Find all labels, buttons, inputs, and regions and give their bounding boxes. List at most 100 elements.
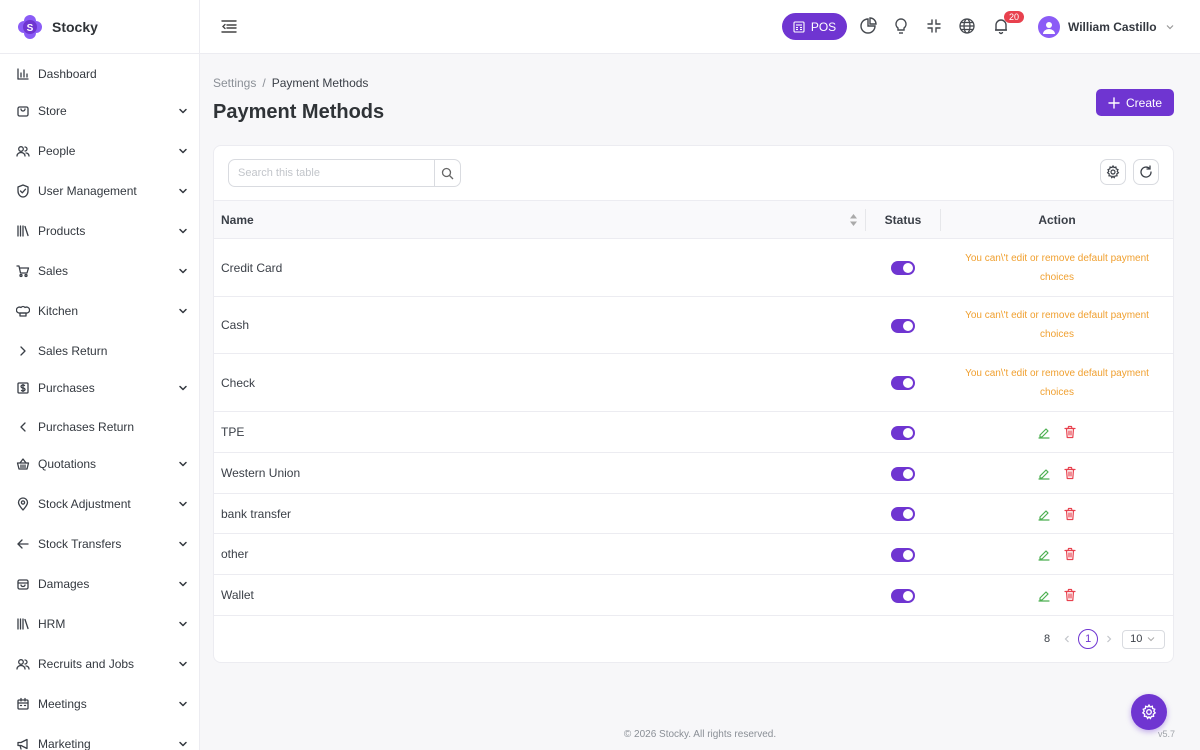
sidebar-item-people[interactable]: People	[0, 134, 199, 168]
page-number-button[interactable]: 1	[1078, 629, 1099, 649]
globe-icon[interactable]	[958, 17, 976, 35]
sidebar-item-label: Quotations	[38, 457, 97, 471]
avatar	[1038, 16, 1060, 38]
chevron-down-icon	[179, 268, 187, 274]
delete-icon[interactable]	[1063, 588, 1077, 602]
table-row: Check You can\'t edit or remove default p…	[214, 354, 1173, 412]
column-header-name[interactable]: Name	[221, 201, 861, 238]
sidebar-item-label: Dashboard	[38, 67, 97, 81]
delete-icon[interactable]	[1063, 425, 1077, 439]
fullscreen-icon[interactable]	[925, 17, 943, 35]
chevron-down-icon	[179, 148, 187, 154]
sidebar-item-user-management[interactable]: User Management	[0, 174, 199, 208]
edit-icon[interactable]	[1037, 425, 1051, 439]
payment-method-name: other	[221, 547, 249, 561]
sidebar-item-store[interactable]: Store	[0, 94, 199, 128]
sidebar-item-purchases[interactable]: Purchases	[0, 371, 199, 405]
arrow-left-icon	[17, 539, 29, 549]
top-header: POS 20 William Castillo	[200, 0, 1200, 54]
sidebar-item-label: Sales	[38, 264, 69, 278]
sidebar-item-stock-transfers[interactable]: Stock Transfers	[0, 527, 199, 561]
delete-icon[interactable]	[1063, 466, 1077, 480]
search-input[interactable]	[229, 160, 434, 186]
delete-icon[interactable]	[1063, 547, 1077, 561]
status-toggle[interactable]	[891, 548, 915, 562]
status-toggle[interactable]	[891, 507, 915, 521]
menu-toggle-icon[interactable]	[220, 17, 238, 35]
status-toggle[interactable]	[891, 467, 915, 481]
total-count: 8	[1044, 633, 1051, 645]
sidebar-item-label: Products	[38, 224, 86, 238]
action-cell	[941, 494, 1173, 533]
sidebar-item-kitchen[interactable]: Kitchen	[0, 294, 199, 328]
sidebar-item-label: Damages	[38, 577, 90, 591]
status-toggle[interactable]	[891, 261, 915, 275]
table-row: Western Union	[214, 453, 1173, 494]
notification-count-badge: 20	[1004, 11, 1024, 23]
column-header-action: Action	[1038, 212, 1076, 227]
user-menu[interactable]: William Castillo	[1038, 14, 1175, 40]
pos-button[interactable]: POS	[782, 13, 847, 40]
edit-icon[interactable]	[1037, 466, 1051, 480]
status-toggle[interactable]	[891, 376, 915, 390]
sidebar-item-recruits-and-jobs[interactable]: Recruits and Jobs	[0, 647, 199, 681]
sidebar-item-damages[interactable]: Damages	[0, 567, 199, 601]
edit-icon[interactable]	[1037, 588, 1051, 602]
sidebar-item-marketing[interactable]: Marketing	[0, 727, 199, 750]
refresh-button[interactable]	[1133, 159, 1159, 185]
sidebar-item-hrm[interactable]: HRM	[0, 607, 199, 641]
sidebar-item-label: Sales Return	[38, 344, 108, 358]
payment-method-name: bank transfer	[221, 506, 292, 521]
sidebar-item-purchases-return[interactable]: Purchases Return	[0, 410, 199, 444]
sidebar-item-meetings[interactable]: Meetings	[0, 687, 199, 721]
payment-method-name: TPE	[221, 425, 245, 439]
create-button[interactable]: Create	[1096, 89, 1174, 116]
default-payment-note: You can\'t edit or remove default paymen…	[965, 252, 1149, 283]
lightbulb-icon[interactable]	[892, 17, 910, 35]
pos-label: POS	[810, 19, 837, 34]
refresh-icon	[1140, 165, 1152, 178]
default-payment-note: You can\'t edit or remove default paymen…	[965, 367, 1149, 398]
chevron-down-icon	[179, 108, 187, 114]
stocky-logo-icon: S	[18, 14, 42, 39]
breadcrumb-separator: /	[262, 76, 266, 90]
sidebar-item-sales[interactable]: Sales	[0, 254, 199, 288]
basket-icon	[16, 458, 30, 470]
table-row: Cash You can\'t edit or remove default pa…	[214, 297, 1173, 354]
brand[interactable]: S Stocky	[0, 0, 199, 54]
sidebar-item-quotations[interactable]: Quotations	[0, 447, 199, 481]
chevron-down-icon	[179, 541, 187, 547]
search-button[interactable]	[434, 160, 460, 186]
status-toggle[interactable]	[891, 319, 915, 333]
action-cell: You can\'t edit or remove default paymen…	[941, 239, 1173, 296]
edit-icon[interactable]	[1037, 507, 1051, 521]
app-version: v5.7	[1158, 729, 1176, 739]
chevron-down-icon	[179, 741, 187, 747]
delete-icon[interactable]	[1063, 507, 1077, 521]
table-settings-button[interactable]	[1100, 159, 1126, 185]
books-icon	[17, 225, 29, 237]
pie-chart-icon[interactable]	[859, 17, 877, 35]
breadcrumb-parent[interactable]: Settings	[213, 76, 256, 90]
page-size-select[interactable]: 10	[1122, 629, 1166, 649]
prev-page-icon[interactable]	[1062, 634, 1072, 644]
status-toggle[interactable]	[891, 426, 915, 440]
chevron-down-icon	[179, 385, 187, 391]
megaphone-icon	[17, 738, 28, 750]
action-cell	[941, 575, 1173, 615]
next-page-icon[interactable]	[1104, 634, 1114, 644]
sidebar-item-sales-return[interactable]: Sales Return	[0, 334, 199, 368]
sidebar-item-products[interactable]: Products	[0, 214, 199, 248]
chevron-down-icon	[179, 188, 187, 194]
sort-icon[interactable]	[849, 214, 858, 226]
sidebar-item-dashboard[interactable]: Dashboard	[0, 57, 199, 91]
sidebar-item-stock-adjustment[interactable]: Stock Adjustment	[0, 487, 199, 521]
status-toggle[interactable]	[891, 589, 915, 603]
edit-icon[interactable]	[1037, 547, 1051, 561]
table-row: Credit Card You can\'t edit or remove def…	[214, 239, 1173, 297]
gear-icon	[1106, 165, 1120, 179]
chevron-down-icon	[179, 228, 187, 234]
table-row: other	[214, 534, 1173, 575]
create-label: Create	[1125, 95, 1163, 110]
customizer-button[interactable]	[1131, 694, 1167, 730]
